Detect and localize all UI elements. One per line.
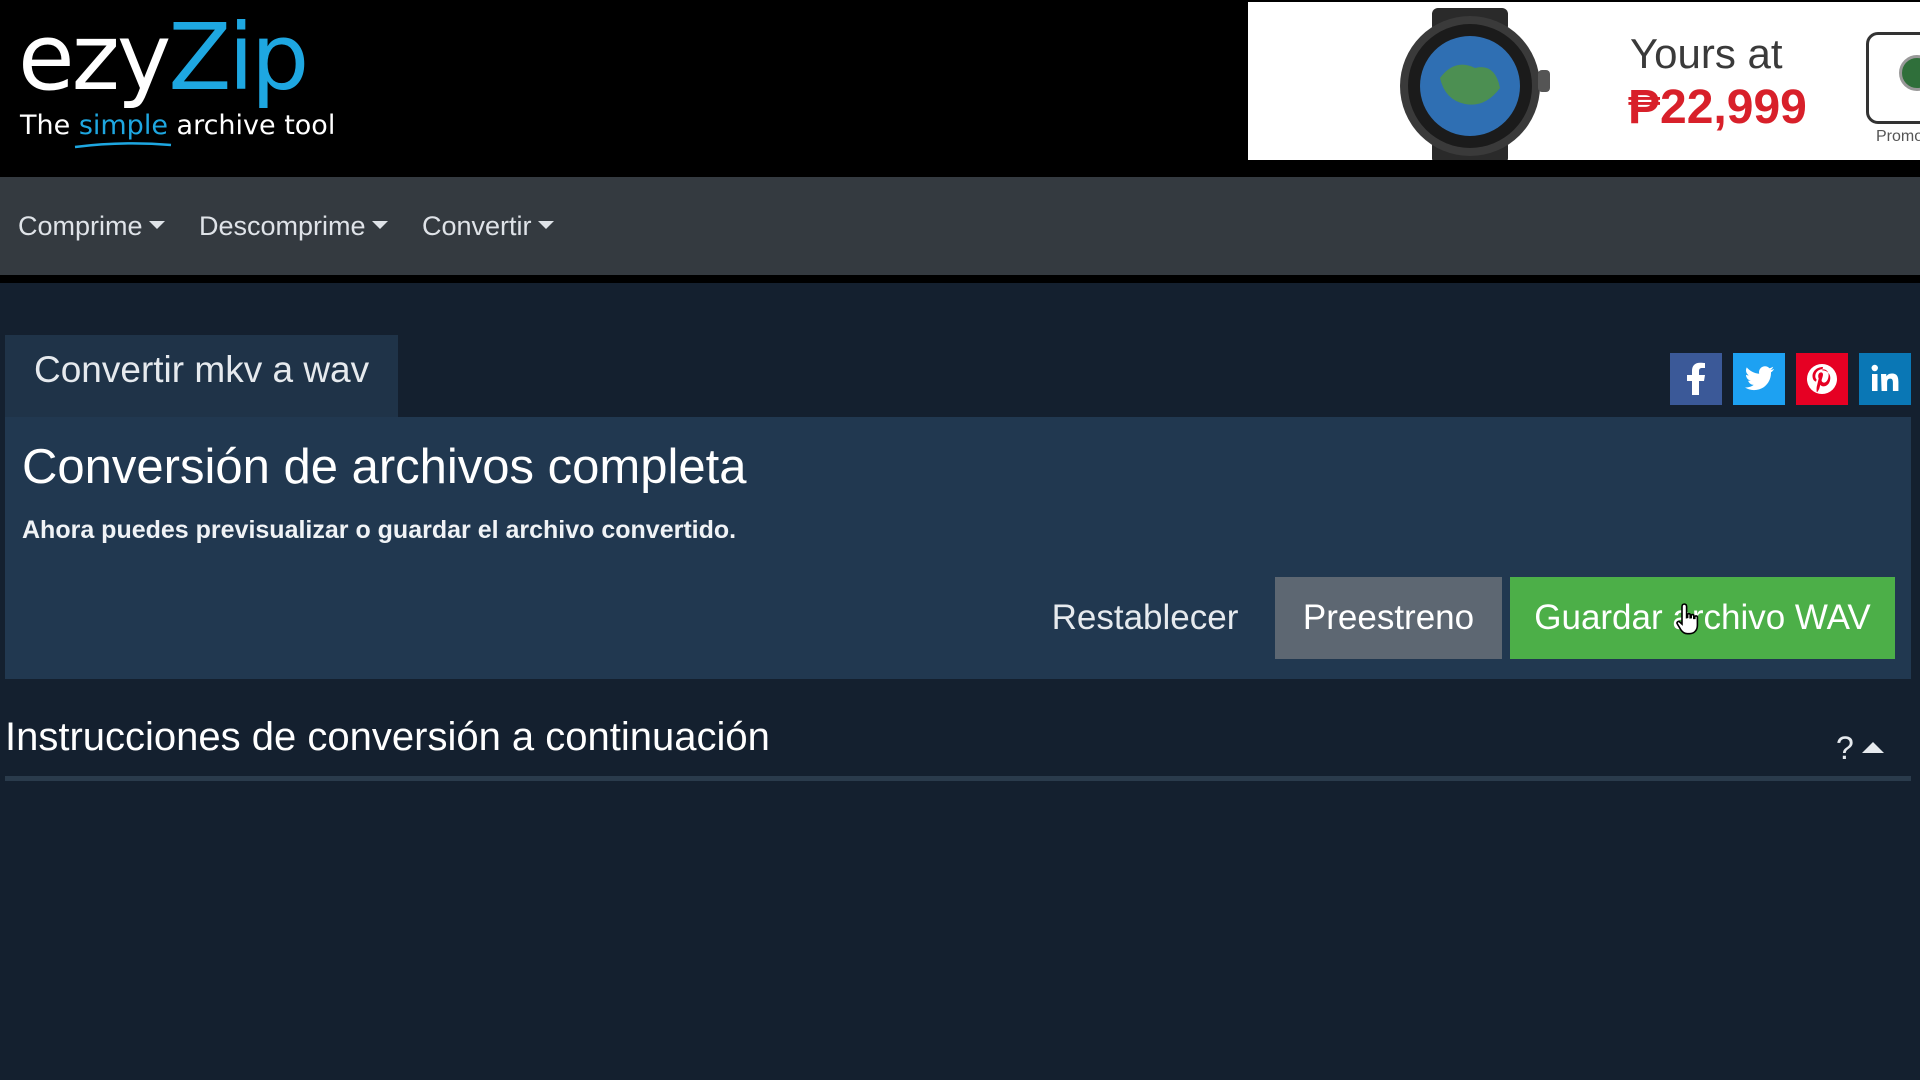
caret-up-icon	[1862, 742, 1884, 753]
instructions-heading: Instrucciones de conversión a continuaci…	[5, 715, 770, 759]
ad-banner[interactable]: Yours at ₱22,999 Promo	[1248, 2, 1920, 160]
reset-button[interactable]: Restablecer	[1045, 577, 1245, 659]
caret-down-icon	[148, 221, 165, 229]
share-linkedin-button[interactable]	[1859, 353, 1911, 405]
logo-wordmark: ezyZip	[18, 12, 309, 104]
logo-tagline-highlight: simple	[74, 110, 171, 149]
smartwatch-icon	[1400, 8, 1550, 160]
logo-brand-first: ezy	[18, 4, 171, 111]
hand-cursor-icon	[1676, 603, 1699, 635]
tab-label: Convertir mkv a wav	[34, 349, 370, 390]
logo-tagline-after: archive tool	[167, 110, 336, 141]
linkedin-icon	[1859, 353, 1911, 405]
caret-down-icon	[371, 221, 388, 229]
caret-down-icon	[537, 221, 554, 229]
nav-descomprime-dropdown[interactable]: Descomprime	[199, 211, 388, 245]
save-wav-button[interactable]: Guardar archivo WAV	[1510, 577, 1895, 659]
facebook-icon	[1670, 353, 1722, 405]
nav-item-label: Comprime	[18, 211, 143, 241]
logo-tagline-before: The	[20, 110, 79, 141]
logo-tagline: The simple archive tool	[20, 110, 336, 149]
help-icon: ?	[1836, 730, 1854, 766]
nav-comprime-dropdown[interactable]: Comprime	[18, 211, 165, 245]
swoosh-icon	[74, 142, 171, 149]
main-nav: Comprime Descomprime Convertir	[0, 177, 1920, 275]
nav-convertir-dropdown[interactable]: Convertir	[422, 211, 554, 245]
top-header: ezyZip The simple archive tool Yours at …	[0, 0, 1920, 177]
conversion-complete-panel: Conversión de archivos completa Ahora pu…	[5, 417, 1911, 679]
instructions-divider	[5, 776, 1911, 781]
panel-subtitle: Ahora puedes previsualizar o guardar el …	[22, 516, 737, 544]
promo-badge	[1866, 32, 1920, 124]
nav-item-label: Descomprime	[199, 211, 366, 241]
nav-divider	[0, 275, 1920, 283]
ad-price: ₱22,999	[1628, 81, 1807, 134]
preview-button[interactable]: Preestreno	[1275, 577, 1502, 659]
share-facebook-button[interactable]	[1670, 353, 1722, 405]
ad-promo-text: Promo	[1876, 128, 1920, 145]
logo-brand-second: Zip	[168, 4, 309, 111]
pinterest-icon	[1796, 353, 1848, 405]
ad-headline: Yours at	[1630, 30, 1783, 77]
share-pinterest-button[interactable]	[1796, 353, 1848, 405]
twitter-icon	[1733, 353, 1785, 405]
instructions-toggle[interactable]: ?	[1836, 724, 1888, 768]
ezyzip-logo[interactable]: ezyZip The simple archive tool	[18, 12, 335, 152]
tab-convertir-mkv-a-wav[interactable]: Convertir mkv a wav	[5, 335, 398, 417]
panel-title: Conversión de archivos completa	[22, 440, 747, 494]
share-twitter-button[interactable]	[1733, 353, 1785, 405]
nav-item-label: Convertir	[422, 211, 532, 241]
